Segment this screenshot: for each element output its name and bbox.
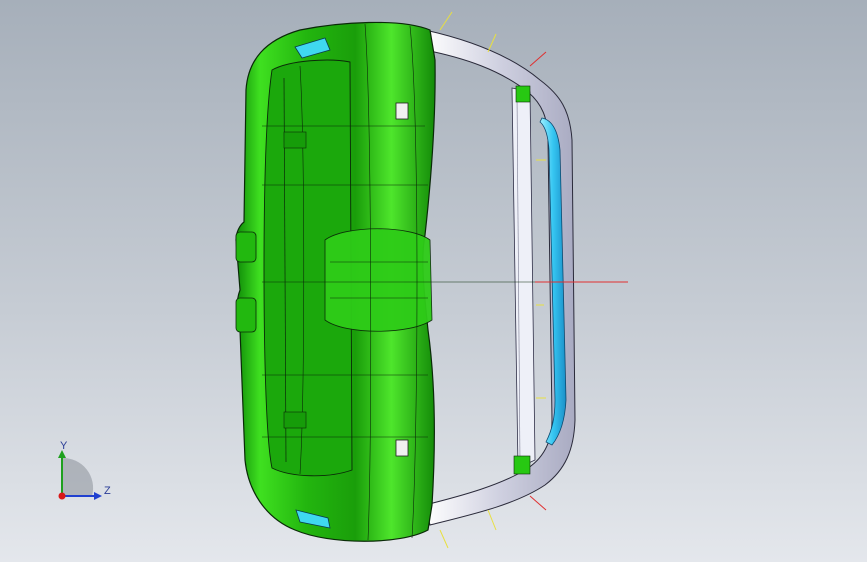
coordinate-triad[interactable]: Y Z: [40, 438, 120, 510]
left-tab-upper[interactable]: [235, 231, 257, 263]
triad-z-label: Z: [104, 485, 111, 497]
pocket-upper: [283, 131, 307, 149]
clip-upper[interactable]: [395, 102, 409, 120]
triad-graphic: [58, 450, 102, 500]
clip-lower[interactable]: [395, 439, 409, 457]
inner-frame-pillar[interactable]: [511, 87, 536, 469]
triad-y-label: Y: [60, 440, 68, 452]
cad-viewport[interactable]: [0, 0, 867, 562]
left-tab-lower[interactable]: [235, 297, 257, 333]
frame-corner-bottom: [513, 455, 531, 475]
car-body-model[interactable]: [235, 21, 576, 542]
frame-corner-top: [515, 85, 531, 103]
center-bulge: [324, 228, 433, 332]
pocket-lower: [283, 411, 307, 429]
